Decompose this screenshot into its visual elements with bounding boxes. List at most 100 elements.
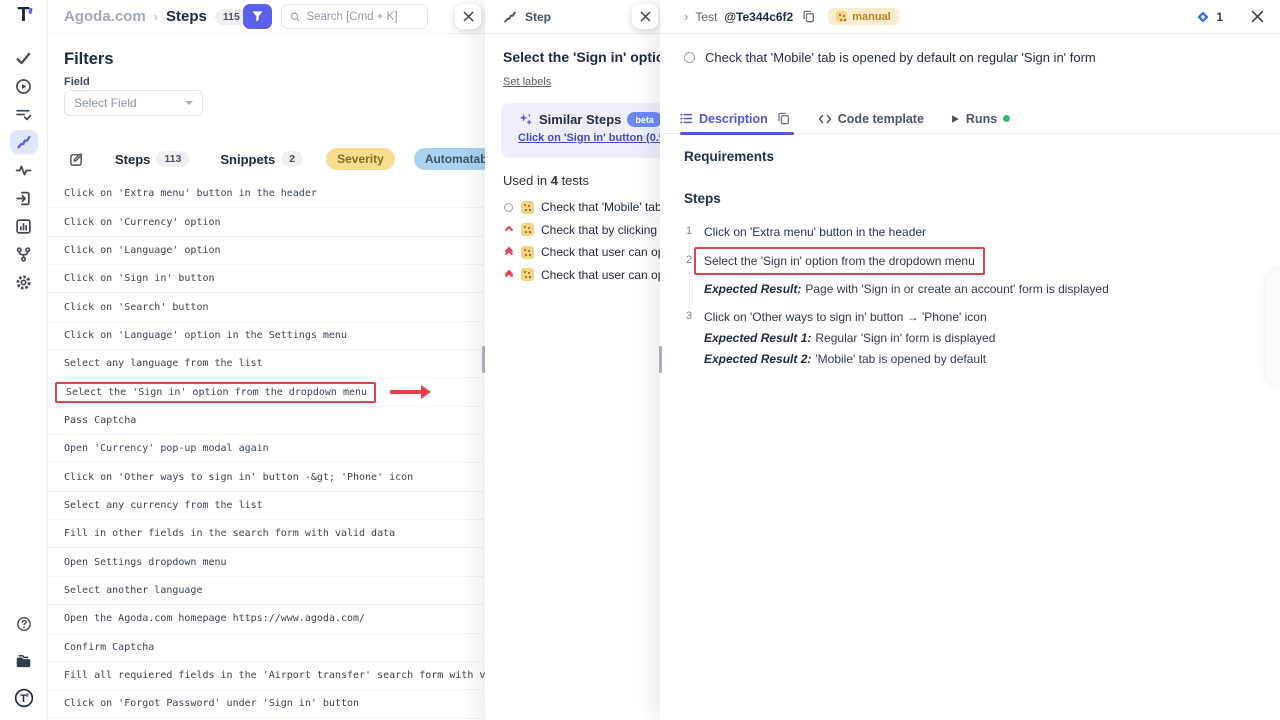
similar-step-link[interactable]: Click on 'Sign in' button (0.9715 [518,132,660,144]
list-icon [680,112,693,125]
step-list-item[interactable]: Click on 'Other ways to sign in' button … [48,463,485,491]
drawer-edge-handle[interactable] [1266,270,1280,385]
step-list-item[interactable]: Select the 'Sign in' option from the dro… [48,378,485,406]
sidebar-item-tests[interactable] [0,44,48,72]
used-in-test-item[interactable]: Check that by clicking on the button [485,219,660,242]
used-test-title: Check that user can open the form [541,268,660,282]
tab-steps[interactable]: Steps 113 [115,151,189,167]
breadcrumb-project[interactable]: Agoda.com [64,8,146,25]
search-input[interactable] [306,11,419,23]
copy-icon [802,10,815,23]
step-list-item[interactable]: Confirm Captcha [48,634,485,662]
step-list-item[interactable]: Open the Agoda.com homepage https://www.… [48,605,485,633]
filter-button[interactable] [243,4,272,29]
step-list-item[interactable]: Select another language [48,577,485,605]
filter-chip[interactable]: Automatable [414,148,485,170]
expected-result-label: Expected Result: [704,282,801,296]
filter-chip[interactable]: Severity [326,148,395,170]
step-list-item[interactable]: Click on 'Extra menu' button in the head… [48,180,485,208]
test-panel-header: › Test @Te344c6f2 manual 1 [660,0,1280,34]
tab-description[interactable]: Description [680,104,794,134]
funnel-icon [251,10,264,23]
sidebar-item-plans[interactable] [0,100,48,128]
step-list-item[interactable]: Click on 'Sign in' button [48,265,485,293]
copy-test-id-button[interactable] [802,10,815,23]
step-panel: Step Select the 'Sign in' option from th… [485,0,660,720]
sidebar-item-branches[interactable] [0,240,48,268]
step-list-item[interactable]: Fill in other fields in the search form … [48,520,485,548]
expected-result-label: Expected Result 2: [704,352,811,366]
test-emoji-icon [521,201,534,214]
breadcrumb: Agoda.com › Steps 115 [64,0,248,33]
step-title: Select the 'Sign in' option from the dro… [503,49,660,65]
close-test-panel-button[interactable] [1251,10,1264,23]
expected-result-text: Regular 'Sign in' form is displayed [815,331,995,345]
search-box[interactable] [281,4,428,29]
workspace-logo-button[interactable]: T [0,684,48,712]
steps-icon [16,134,32,150]
step-text: Click on 'Language' option [64,245,221,256]
sidebar-item-runs[interactable] [0,72,48,100]
tab-runs[interactable]: Runs [950,112,1010,126]
close-panel-button[interactable] [455,4,481,29]
test-step-number: 1 [684,223,694,241]
panel-resize-handle[interactable] [659,346,662,373]
step-list-item[interactable]: Click on 'Forgot Password' under 'Sign i… [48,690,485,718]
test-emoji-icon [521,223,534,236]
step-list-item[interactable]: Click on 'Search' button [48,293,485,321]
set-labels-link[interactable]: Set labels [503,76,551,88]
test-title-link[interactable]: Check that 'Mobile' tab is opened by def… [705,50,1096,65]
test-steps-list: 1 Click on 'Extra menu' button in the he… [684,223,1260,378]
bulk-edit-button[interactable] [69,152,84,167]
close-panel-button[interactable] [632,4,658,29]
step-text: Select any language from the list [64,358,263,369]
tab-code-template[interactable]: Code template [818,112,924,126]
step-list-item[interactable]: Click on 'Currency' option [48,208,485,236]
activity-pulse-icon [15,162,32,179]
used-in-tests-list: Check that 'Mobile' tab is opened by def… [485,196,660,286]
sidebar-item-activity[interactable] [0,156,48,184]
step-list-item[interactable]: Open 'Currency' pop-up modal again [48,435,485,463]
step-list-item[interactable]: Open Settings dropdown menu [48,548,485,576]
filter-chips: SeverityAutomatableTypeTo [326,148,485,170]
sidebar-item-import[interactable] [0,184,48,212]
step-text: Fill all requiered fields in the 'Airpor… [64,670,485,681]
used-in-test-item[interactable]: Check that 'Mobile' tab is opened by def… [485,196,660,219]
steps-heading: Steps [684,191,721,206]
branch-icon [15,246,32,263]
expected-result: Expected Result 2:'Mobile' tab is opened… [704,351,995,367]
play-circle-icon [15,78,32,95]
step-list-item[interactable]: Click on 'Language' option [48,237,485,265]
field-select[interactable]: Select Field [64,90,203,116]
breadcrumb-current: Steps [166,8,207,25]
step-text: Confirm Captcha [64,642,154,653]
docs-button[interactable] [0,647,48,675]
step-list-item[interactable]: Select any language from the list [48,350,485,378]
app-logo[interactable]: T [0,4,47,27]
test-step-text: Select the 'Sign in' option from the dro… [694,247,985,275]
help-button[interactable] [0,610,48,638]
step-text: Open the Agoda.com homepage https://www.… [64,613,365,624]
steps-icon [503,10,517,24]
step-list-item[interactable]: Pass Captcha [48,407,485,435]
copy-description-button[interactable] [777,112,790,125]
panel-resize-handle[interactable] [482,346,485,373]
sidebar-item-steps[interactable] [0,128,48,156]
used-in-test-item[interactable]: Check that user can open the form [485,264,660,287]
step-list-item[interactable]: Fill all requiered fields in the 'Airpor… [48,662,485,690]
sidebar-item-analytics[interactable] [0,212,48,240]
test-step-text: Click on 'Other ways to sign in' button … [704,309,987,325]
close-icon [463,11,474,22]
step-list-item[interactable]: Click on 'Language' option in the Settin… [48,322,485,350]
used-test-title: Check that user can open the form [541,245,660,259]
sidebar-item-settings[interactable] [0,268,48,296]
step-list-item[interactable]: Select any currency from the list [48,492,485,520]
used-in-test-item[interactable]: Check that user can open the form [485,241,660,264]
step-text: Open Settings dropdown menu [64,557,227,568]
import-icon [15,190,32,207]
breadcrumb-separator-icon: › [154,9,158,24]
step-text: Open 'Currency' pop-up modal again [64,443,269,454]
close-icon [640,11,651,22]
similar-steps-title: Similar Steps [539,112,621,127]
tab-snippets[interactable]: Snippets 2 [220,151,303,167]
